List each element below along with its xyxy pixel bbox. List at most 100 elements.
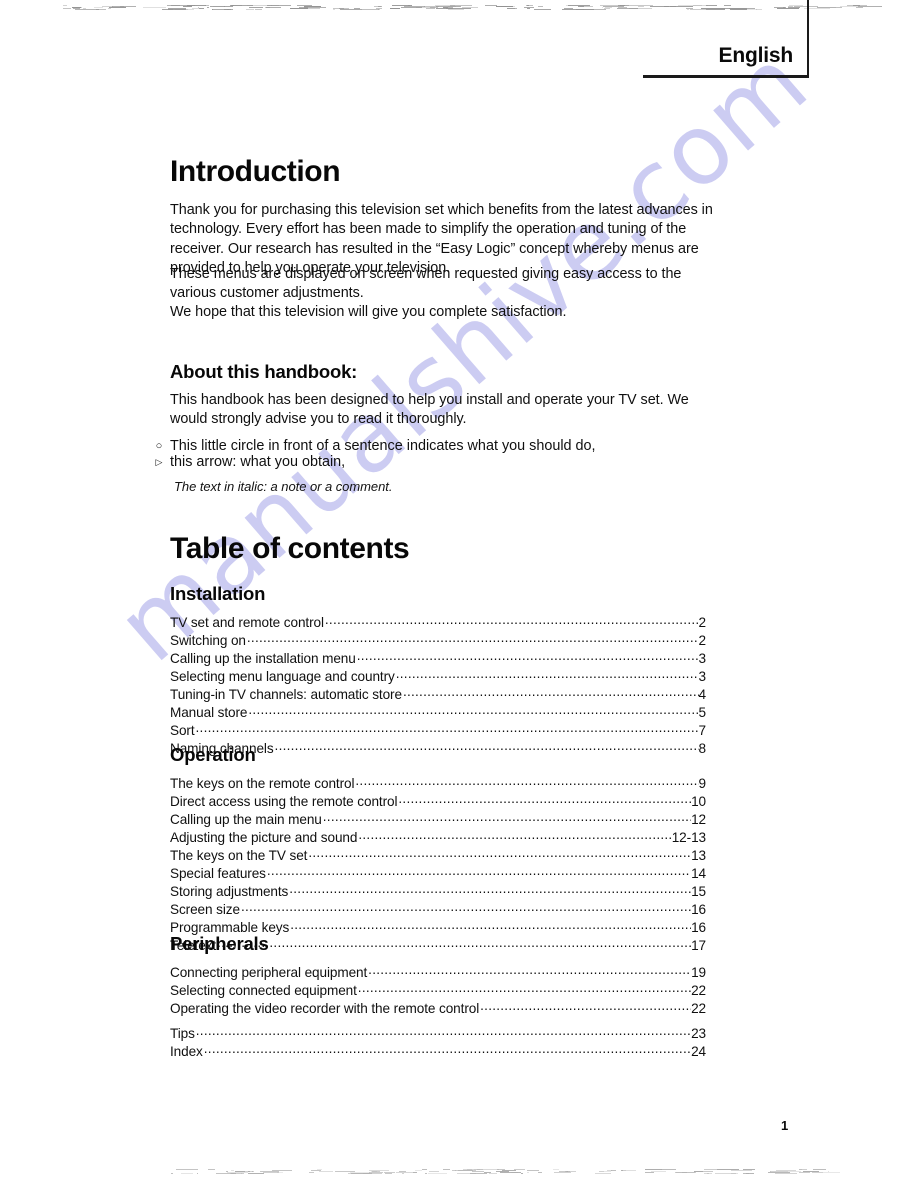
language-tab-bottom-rule bbox=[643, 75, 809, 78]
toc-entry-label: Screen size bbox=[170, 902, 240, 917]
toc-entry[interactable]: Tuning-in TV channels: automatic store 4 bbox=[170, 684, 706, 702]
language-tab-label: English bbox=[718, 44, 794, 67]
toc-entry[interactable]: Selecting connected equipment 22 bbox=[170, 980, 706, 998]
toc-leader-dots bbox=[267, 863, 691, 878]
toc-entry-page-number: 2 bbox=[698, 633, 707, 648]
toc-entry-list: TV set and remote control2Switching on2C… bbox=[170, 612, 706, 756]
marker-arrow-text: this arrow: what you obtain, bbox=[170, 454, 346, 470]
toc-entry-label: Operating the video recorder with the re… bbox=[170, 1001, 480, 1016]
toc-leader-dots bbox=[403, 684, 699, 699]
toc-entry[interactable]: Sort 7 bbox=[170, 720, 706, 738]
toc-entry[interactable]: Screen size 16 bbox=[170, 899, 706, 917]
toc-entry-page-number: 14 bbox=[691, 866, 706, 881]
toc-entry-page-number: 13 bbox=[691, 848, 706, 863]
toc-leader-dots bbox=[398, 791, 691, 806]
toc-leader-dots bbox=[358, 980, 691, 995]
introduction-paragraph-2: These menus are displayed on screen when… bbox=[170, 266, 682, 302]
toc-section-heading: Installation bbox=[170, 583, 266, 604]
arrow-marker-icon: ▷ bbox=[155, 457, 163, 467]
toc-entry-label: TV set and remote control bbox=[170, 615, 324, 630]
toc-entry-page-number: 19 bbox=[691, 965, 706, 980]
toc-leader-dots bbox=[358, 827, 671, 842]
introduction-paragraph-3: We hope that this television will give y… bbox=[170, 304, 567, 320]
toc-entry-page-number: 24 bbox=[691, 1044, 706, 1059]
toc-entry-label: Switching on bbox=[170, 633, 246, 648]
italic-note: The text in italic: a note or a comment. bbox=[174, 479, 393, 494]
toc-leader-dots bbox=[325, 612, 699, 627]
toc-entry-label: Adjusting the picture and sound bbox=[170, 830, 358, 845]
toc-heading: Table of contents bbox=[170, 532, 410, 565]
toc-entry[interactable]: Direct access using the remote control 10 bbox=[170, 791, 706, 809]
toc-section-installation: Installation TV set and remote control2S… bbox=[170, 583, 706, 756]
toc-entry[interactable]: The keys on the TV set 13 bbox=[170, 845, 706, 863]
toc-leader-dots bbox=[247, 630, 699, 645]
toc-leader-dots bbox=[396, 666, 699, 681]
toc-entry-label: Tuning-in TV channels: automatic store bbox=[170, 687, 402, 702]
toc-entry[interactable]: The keys on the remote control 9 bbox=[170, 773, 706, 791]
toc-section-operation: Operation The keys on the remote control… bbox=[170, 744, 706, 953]
toc-leader-dots bbox=[241, 899, 691, 914]
toc-entry-label: The keys on the remote control bbox=[170, 776, 355, 791]
toc-leader-dots bbox=[196, 1023, 691, 1038]
toc-leader-dots bbox=[480, 998, 691, 1013]
toc-entry-label: Storing adjustments bbox=[170, 884, 289, 899]
toc-entry[interactable]: Switching on 2 bbox=[170, 630, 706, 648]
toc-section-heading: Peripherals bbox=[170, 933, 269, 954]
toc-entry[interactable]: Storing adjustments 15 bbox=[170, 881, 706, 899]
toc-entry-page-number: 9 bbox=[698, 776, 707, 791]
toc-entry[interactable]: Tips 23 bbox=[170, 1023, 706, 1041]
toc-section-heading: Operation bbox=[170, 744, 256, 765]
toc-leader-dots bbox=[290, 917, 691, 932]
toc-entry-page-number: 22 bbox=[691, 983, 706, 998]
toc-leader-dots bbox=[196, 720, 699, 735]
toc-entry-page-number: 4 bbox=[698, 687, 707, 702]
toc-entry-page-number: 15 bbox=[691, 884, 706, 899]
toc-entry-page-number: 23 bbox=[691, 1026, 706, 1041]
language-tab: English bbox=[643, 0, 809, 78]
toc-entry-page-number: 3 bbox=[698, 651, 707, 666]
document-page: manualshive.com English Introduction Tha… bbox=[0, 0, 918, 1188]
toc-entry-list: Connecting peripheral equipment19Selecti… bbox=[170, 962, 706, 1059]
marker-circle-text: This little circle in front of a sentenc… bbox=[170, 438, 596, 454]
toc-entry-label: Connecting peripheral equipment bbox=[170, 965, 368, 980]
introduction-heading: Introduction bbox=[170, 155, 341, 188]
toc-leader-dots bbox=[248, 702, 698, 717]
toc-entry-label: Selecting connected equipment bbox=[170, 983, 357, 998]
toc-entry-page-number: 5 bbox=[698, 705, 707, 720]
toc-entry-page-number: 7 bbox=[698, 723, 707, 738]
toc-entry-label: Index bbox=[170, 1044, 203, 1059]
about-handbook-heading: About this handbook: bbox=[170, 361, 358, 382]
toc-entry[interactable]: Calling up the main menu 12 bbox=[170, 809, 706, 827]
toc-entry-label: Sort bbox=[170, 723, 195, 738]
toc-entry[interactable]: Manual store 5 bbox=[170, 702, 706, 720]
toc-entry-page-number: 16 bbox=[691, 902, 706, 917]
toc-entry-page-number: 3 bbox=[698, 669, 707, 684]
toc-entry-label: Calling up the installation menu bbox=[170, 651, 356, 666]
page-number: 1 bbox=[781, 1118, 789, 1133]
toc-entry-list: The keys on the remote control 9Direct ac… bbox=[170, 773, 706, 953]
toc-leader-dots bbox=[204, 1041, 691, 1056]
toc-entry-page-number: 10 bbox=[691, 794, 706, 809]
toc-entry[interactable]: Calling up the installation menu 3 bbox=[170, 648, 706, 666]
toc-leader-dots bbox=[289, 881, 691, 896]
toc-entry-label: Selecting menu language and country bbox=[170, 669, 395, 684]
toc-entry[interactable]: Connecting peripheral equipment 19 bbox=[170, 962, 706, 980]
toc-leader-dots bbox=[355, 773, 698, 788]
toc-leader-dots bbox=[308, 845, 691, 860]
about-handbook-paragraph: This handbook has been designed to help … bbox=[170, 392, 689, 428]
toc-entry[interactable]: Index 24 bbox=[170, 1041, 706, 1059]
toc-entry[interactable]: Adjusting the picture and sound 12-13 bbox=[170, 827, 706, 845]
toc-entry[interactable]: TV set and remote control 2 bbox=[170, 612, 706, 630]
toc-entry-label: The keys on the TV set bbox=[170, 848, 308, 863]
toc-entry-page-number: 12-13 bbox=[671, 830, 706, 845]
toc-entry[interactable]: Special features 14 bbox=[170, 863, 706, 881]
toc-leader-dots bbox=[368, 962, 691, 977]
toc-entry-label: Special features bbox=[170, 866, 266, 881]
toc-entry[interactable]: Selecting menu language and country 3 bbox=[170, 666, 706, 684]
toc-entry-label: Manual store bbox=[170, 705, 248, 720]
toc-section-peripherals: Peripherals Connecting peripheral equipm… bbox=[170, 933, 706, 1059]
toc-leader-dots bbox=[323, 809, 691, 824]
toc-entry[interactable]: Operating the video recorder with the re… bbox=[170, 998, 706, 1016]
scan-artifact-bottom bbox=[0, 1168, 918, 1178]
toc-entry-page-number: 12 bbox=[691, 812, 706, 827]
